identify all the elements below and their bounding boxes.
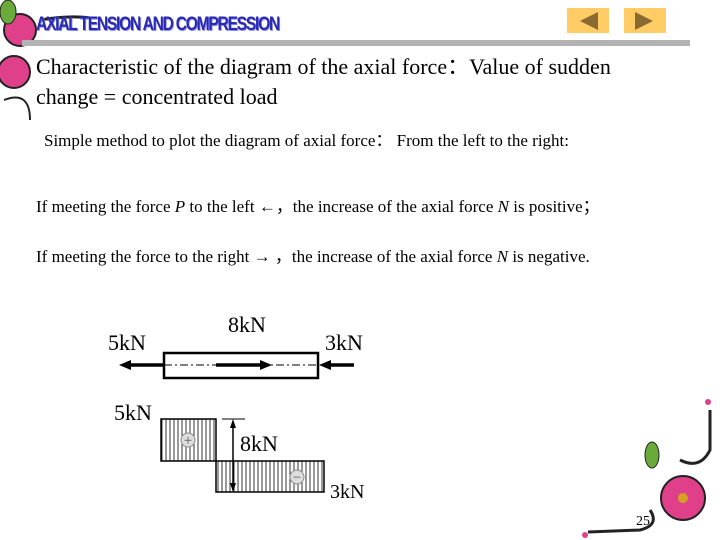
axial-force-figure: + − — [119, 351, 354, 493]
diagram-top-label: 5kN — [114, 400, 152, 425]
positive-sign: + — [184, 433, 192, 449]
left-force-label: 5kN — [108, 330, 146, 355]
negative-sign: − — [293, 470, 301, 486]
diagram-jump-label: 8kN — [240, 431, 278, 456]
right-force-label: 3kN — [325, 330, 363, 355]
diagram-bottom-label: 3kN — [330, 481, 365, 503]
middle-force-label: 8kN — [228, 312, 266, 337]
page-number: 25 — [636, 514, 650, 529]
bar-diagram — [119, 351, 354, 380]
